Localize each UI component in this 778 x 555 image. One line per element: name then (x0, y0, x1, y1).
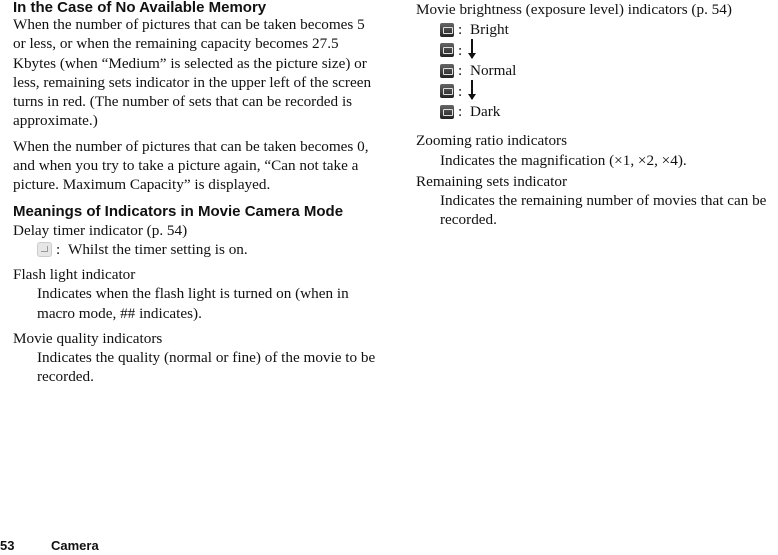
delay-timer-title: Delay timer indicator (p. 54) (13, 221, 188, 239)
brightness-icon (440, 104, 454, 119)
brightness-row: : Bright (440, 19, 778, 40)
arrow-down-icon (468, 80, 476, 101)
brightness-icon (440, 63, 454, 78)
flash-title: Flash light indicator (13, 265, 136, 283)
quality-title: Movie quality indicators (13, 329, 163, 347)
brightness-icon (440, 22, 454, 37)
flash-desc: Indicates when the flash light is turned… (37, 285, 349, 322)
brightness-row: : (440, 81, 778, 102)
paragraph-max-capacity: When the number of pictures that can be … (13, 137, 369, 194)
zoom-title: Zooming ratio indicators (416, 132, 567, 150)
delay-timer-desc: Whilst the timer setting is on. (68, 240, 248, 258)
colon: : (458, 103, 463, 121)
timer-icon (37, 241, 52, 257)
right-column: Movie brightness (exposure level) indica… (416, 0, 778, 230)
remaining-title: Remaining sets indicator (416, 172, 567, 190)
remaining-desc: Indicates the remaining number of movies… (440, 192, 767, 229)
section-name: Camera (51, 538, 99, 553)
left-column: In the Case of No Available Memory When … (13, 0, 381, 387)
brightness-list: : Bright : : Normal : : Dark (416, 19, 778, 122)
colon: : (458, 62, 463, 80)
colon: : (458, 20, 463, 38)
colon: : (56, 240, 61, 258)
paragraph-low-capacity: When the number of pictures that can be … (13, 16, 372, 130)
heading-no-memory: In the Case of No Available Memory (13, 0, 267, 16)
brightness-row: : Dark (440, 102, 778, 123)
brightness-icon (440, 84, 454, 99)
brightness-icon (440, 43, 454, 58)
quality-desc: Indicates the quality (normal or fine) o… (37, 349, 376, 386)
brightness-title: Movie brightness (exposure level) indica… (416, 1, 732, 18)
brightness-label: Normal (470, 62, 517, 80)
brightness-row: : (440, 40, 778, 61)
heading-movie-indicators: Meanings of Indicators in Movie Camera M… (13, 202, 344, 220)
brightness-label: Bright (470, 20, 509, 38)
zoom-desc: Indicates the magnification (×1, ×2, ×4)… (440, 151, 687, 169)
page-number: 53 (0, 538, 15, 553)
brightness-row: : Normal (440, 60, 778, 81)
arrow-down-icon (468, 39, 476, 60)
brightness-label: Dark (470, 103, 501, 121)
delay-timer-row: : Whilst the timer setting is on. (13, 240, 381, 259)
